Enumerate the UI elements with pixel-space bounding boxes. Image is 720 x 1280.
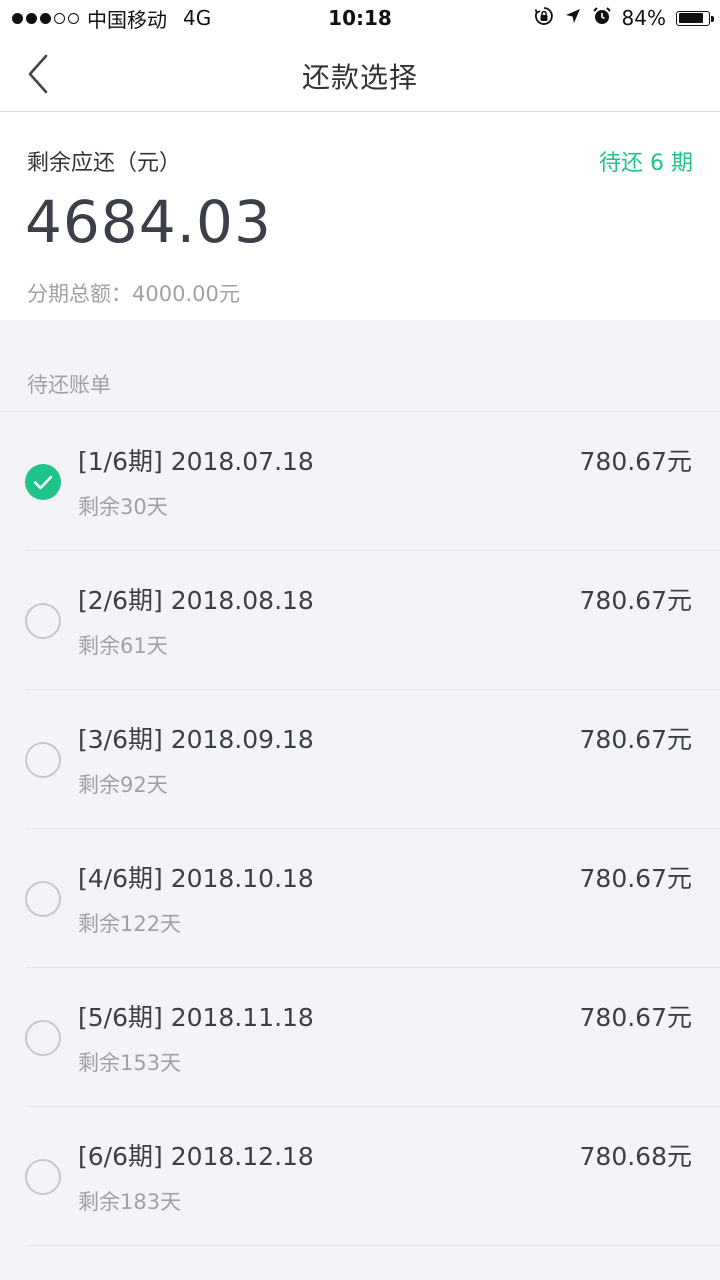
bill-amount: 780.67元	[579, 725, 692, 754]
bill-days-remaining: 剩余61天	[78, 634, 168, 658]
bill-amount: 780.67元	[579, 586, 692, 615]
bill-period-date: [4/6期] 2018.10.18	[78, 864, 314, 893]
bill-days-remaining: 剩余92天	[78, 773, 168, 797]
bill-row-4[interactable]: [4/6期] 2018.10.18 780.67元 剩余122天	[0, 829, 720, 968]
bill-amount: 780.67元	[579, 1003, 692, 1032]
battery-percent: 84%	[621, 6, 666, 30]
bill-list: [1/6期] 2018.07.18 780.67元 剩余30天 [2/6期] 2…	[0, 412, 720, 1246]
checkbox-icon[interactable]	[25, 603, 61, 639]
remaining-due-amount: 4684.03	[25, 188, 272, 256]
bill-period-date: [3/6期] 2018.09.18	[78, 725, 314, 754]
status-bar: 中国移动 4G 10:18 84%	[0, 0, 720, 36]
alarm-icon	[592, 6, 612, 31]
installment-total: 分期总额：4000.00元	[27, 282, 240, 306]
nav-bar: 还款选择	[0, 36, 720, 112]
status-right: 84%	[534, 6, 714, 31]
pending-periods-link[interactable]: 待还 6 期	[599, 145, 693, 177]
bill-days-remaining: 剩余153天	[78, 1051, 182, 1075]
bill-period-date: [1/6期] 2018.07.18	[78, 447, 314, 476]
bill-row-3[interactable]: [3/6期] 2018.09.18 780.67元 剩余92天	[0, 690, 720, 829]
location-arrow-icon	[564, 6, 582, 30]
bill-amount: 780.67元	[579, 864, 692, 893]
page-title: 还款选择	[301, 61, 418, 94]
checkbox-icon[interactable]	[25, 464, 61, 500]
checkbox-icon[interactable]	[25, 742, 61, 778]
checkbox-icon[interactable]	[25, 881, 61, 917]
bill-period-date: [2/6期] 2018.08.18	[78, 586, 314, 615]
bill-days-remaining: 剩余30天	[78, 495, 168, 519]
remaining-due-label: 剩余应还（元）	[27, 151, 182, 176]
bill-days-remaining: 剩余122天	[78, 912, 182, 936]
bill-amount: 780.68元	[579, 1142, 692, 1171]
checkbox-icon[interactable]	[25, 1020, 61, 1056]
bill-row-6[interactable]: [6/6期] 2018.12.18 780.68元 剩余183天	[0, 1107, 720, 1246]
repayment-summary: 剩余应还（元） 待还 6 期 4684.03 分期总额：4000.00元	[0, 112, 720, 320]
bill-amount: 780.67元	[579, 447, 692, 476]
bill-days-remaining: 剩余183天	[78, 1190, 182, 1214]
bill-row-2[interactable]: [2/6期] 2018.08.18 780.67元 剩余61天	[0, 551, 720, 690]
bill-row-1[interactable]: [1/6期] 2018.07.18 780.67元 剩余30天	[0, 412, 720, 551]
bill-row-5[interactable]: [5/6期] 2018.11.18 780.67元 剩余153天	[0, 968, 720, 1107]
section-title: 待还账单	[27, 373, 111, 397]
bill-period-date: [5/6期] 2018.11.18	[78, 1003, 314, 1032]
battery-icon	[676, 10, 714, 26]
bill-period-date: [6/6期] 2018.12.18	[78, 1142, 314, 1171]
orientation-lock-icon	[534, 6, 554, 31]
checkbox-icon[interactable]	[25, 1159, 61, 1195]
